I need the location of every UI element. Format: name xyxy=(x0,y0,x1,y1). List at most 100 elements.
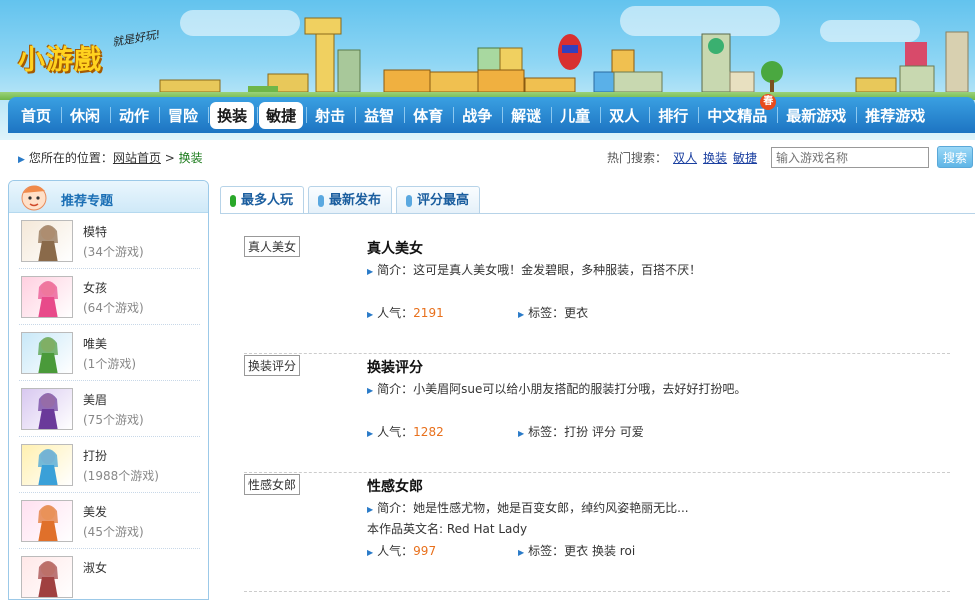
girl-figure-icon xyxy=(38,449,58,485)
tags-value[interactable]: 更衣 换装 roi xyxy=(564,544,635,558)
sort-tab[interactable]: 评分最高 xyxy=(396,186,481,214)
category-thumbnail[interactable] xyxy=(21,220,73,262)
nav-item[interactable]: 休闲 xyxy=(63,102,107,129)
tags-value[interactable]: 打扮 评分 可爱 xyxy=(564,425,644,439)
category-thumbnail[interactable] xyxy=(21,500,73,542)
game-thumbnail-label[interactable]: 真人美女 xyxy=(244,236,301,257)
sort-tab[interactable]: 最多人玩 xyxy=(220,186,305,214)
game-thumbnail-label[interactable]: 换装评分 xyxy=(244,355,301,376)
search-input[interactable] xyxy=(771,147,929,168)
category-thumbnail[interactable] xyxy=(21,388,73,430)
popularity-value: 997 xyxy=(413,544,437,558)
nav-item[interactable]: 首页 xyxy=(14,102,58,129)
category-name[interactable]: 美发 xyxy=(83,503,107,520)
nav-separator xyxy=(777,107,779,123)
nav-item-label: 最新游戏 xyxy=(786,106,847,125)
nav-item[interactable]: 双人 xyxy=(602,102,646,129)
category-item[interactable]: 淑女 xyxy=(19,549,200,599)
category-thumbnail[interactable] xyxy=(21,556,73,598)
game-popularity: ▶ 人气：997 xyxy=(367,542,436,559)
nav-item-label: 解谜 xyxy=(511,106,542,125)
game-title-link[interactable]: 性感女郎 xyxy=(367,476,423,496)
arrow-right-icon: ▶ xyxy=(367,429,374,438)
nav-item-label: 换装 xyxy=(217,106,248,125)
hot-search-link[interactable]: 换装 xyxy=(703,151,727,165)
category-item[interactable]: 模特 (34个游戏) xyxy=(19,213,200,269)
hot-search-link[interactable]: 双人 xyxy=(673,151,697,165)
game-tags: ▶ 标签：更衣 换装 roi xyxy=(518,542,635,559)
popularity-label: 人气： xyxy=(377,425,414,439)
popularity-value: 1282 xyxy=(413,425,444,439)
sort-tab[interactable]: 最新发布 xyxy=(308,186,393,214)
nav-item-label: 战争 xyxy=(462,106,493,125)
tags-value[interactable]: 更衣 xyxy=(564,306,588,320)
nav-item[interactable]: 换装 xyxy=(210,101,255,129)
nav-separator xyxy=(551,107,553,123)
search-button[interactable]: 搜索 xyxy=(937,146,973,168)
game-tags: ▶ 标签：更衣 xyxy=(518,304,588,321)
category-item[interactable]: 唯美 (1个游戏) xyxy=(19,325,200,381)
nav-item[interactable]: 敏捷 xyxy=(259,101,304,129)
tags-label: 标签： xyxy=(528,425,565,439)
nav-separator xyxy=(208,107,210,123)
nav-item[interactable]: 儿童 xyxy=(553,102,597,129)
category-list: 模特 (34个游戏) 女孩 (64个游戏) 唯美 (1个游戏) 美眉 (75个游戏) 打扮 (19… xyxy=(9,213,208,599)
game-description: ▶ 简介：她是性感尤物，她是百变女郎，绰约风姿艳丽无比... xyxy=(367,499,689,516)
category-thumbnail[interactable] xyxy=(21,444,73,486)
nav-separator xyxy=(856,107,858,123)
category-name[interactable]: 模特 xyxy=(83,223,107,240)
nav-separator xyxy=(600,107,602,123)
category-item[interactable]: 打扮 (1988个游戏) xyxy=(19,437,200,493)
nav-item[interactable]: 推荐游戏 xyxy=(858,102,932,129)
category-thumbnail[interactable] xyxy=(21,276,73,318)
category-count: (1988个游戏) xyxy=(83,469,159,483)
popularity-label: 人气： xyxy=(377,544,414,558)
game-english-name: 本作品英文名: Red Hat Lady xyxy=(367,522,528,536)
nav-separator xyxy=(159,107,161,123)
category-name[interactable]: 女孩 xyxy=(83,279,107,296)
category-item[interactable]: 女孩 (64个游戏) xyxy=(19,269,200,325)
nav-item[interactable]: 排行 xyxy=(651,102,695,129)
hot-search-link[interactable]: 敏捷 xyxy=(733,151,757,165)
nav-item[interactable]: 冒险 xyxy=(161,102,205,129)
tags-label: 标签： xyxy=(528,306,565,320)
mascot-icon xyxy=(21,185,47,211)
game-title-link[interactable]: 换装评分 xyxy=(367,357,423,377)
category-item[interactable]: 美发 (45个游戏) xyxy=(19,493,200,549)
nav-item[interactable]: 战争 xyxy=(455,102,499,129)
popularity-value: 2191 xyxy=(413,306,444,320)
nav-item[interactable]: 动作 xyxy=(112,102,156,129)
tags-label: 标签： xyxy=(528,544,565,558)
site-logo[interactable]: 小游戲 xyxy=(18,38,102,77)
nav-item[interactable]: 最新游戏 xyxy=(779,102,853,129)
breadcrumb-separator: > xyxy=(160,151,179,165)
nav-item[interactable]: 益智 xyxy=(357,102,401,129)
breadcrumb-home-link[interactable]: 网站首页 xyxy=(113,151,161,165)
category-item[interactable]: 美眉 (75个游戏) xyxy=(19,381,200,437)
nav-item[interactable]: 中文精品春 xyxy=(700,93,777,129)
arrow-right-icon: ▶ xyxy=(518,429,525,438)
category-name[interactable]: 唯美 xyxy=(83,335,107,352)
game-description: ▶ 简介：小美眉阿sue可以给小朋友搭配的服装打分哦，去好好打扮吧。 xyxy=(367,380,746,397)
nav-separator xyxy=(502,107,504,123)
nav-item[interactable]: 射击 xyxy=(308,102,352,129)
game-description-text: 简介：她是性感尤物，她是百变女郎，绰约风姿艳丽无比... xyxy=(377,501,689,515)
game-description: ▶ 简介：这可是真人美女哦！金发碧眼，多种服装，百搭不厌！ xyxy=(367,261,701,278)
game-title-link[interactable]: 真人美女 xyxy=(367,238,423,258)
arrow-right-icon: ▶ xyxy=(367,505,374,514)
game-thumbnail-label[interactable]: 性感女郎 xyxy=(244,474,301,495)
category-name[interactable]: 淑女 xyxy=(83,559,107,576)
category-name[interactable]: 打扮 xyxy=(83,447,107,464)
category-name[interactable]: 美眉 xyxy=(83,391,107,408)
arrow-right-icon: ▶ xyxy=(18,155,25,165)
nav-item[interactable]: 体育 xyxy=(406,102,450,129)
breadcrumb: ▶ 您所在的位置：网站首页 > 换装 xyxy=(18,149,203,166)
sort-tab-label: 最新发布 xyxy=(329,193,382,208)
nav-item-label: 动作 xyxy=(119,106,150,125)
nav-item[interactable]: 解谜 xyxy=(504,102,548,129)
spring-badge: 春 xyxy=(760,93,777,110)
category-thumbnail[interactable] xyxy=(21,332,73,374)
sort-tabs: 最多人玩 最新发布 评分最高 xyxy=(220,186,484,214)
game-description-text: 简介：这可是真人美女哦！金发碧眼，多种服装，百搭不厌！ xyxy=(377,263,702,277)
nav-item-label: 冒险 xyxy=(168,106,199,125)
